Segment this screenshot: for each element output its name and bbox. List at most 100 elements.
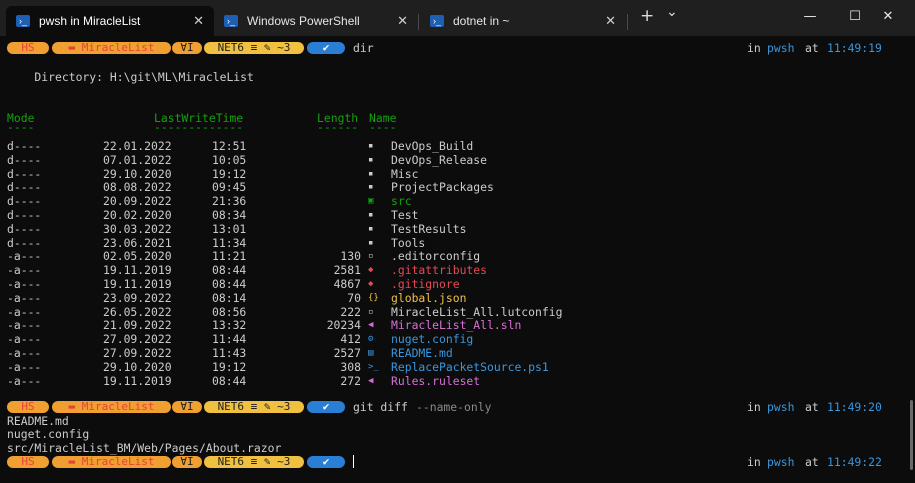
file-type-icon: ▣ bbox=[368, 196, 374, 207]
row-length: 4867 bbox=[333, 277, 361, 291]
prompt-right-shell: pwsh bbox=[767, 41, 795, 55]
row-time: 09:45 bbox=[212, 180, 247, 195]
row-mode: d---- bbox=[7, 194, 42, 209]
row-date: 23.09.2022 bbox=[103, 290, 172, 305]
prompt-command[interactable]: dir bbox=[353, 41, 374, 55]
row-mode: -a--- bbox=[7, 318, 42, 333]
row-date: 20.02.2020 bbox=[103, 208, 172, 222]
row-date: 29.10.2020 bbox=[103, 166, 172, 181]
row-name[interactable]: .editorconfig bbox=[391, 249, 480, 263]
row-time: 11:34 bbox=[212, 235, 247, 250]
row-mode: d---- bbox=[7, 208, 42, 222]
row-name[interactable]: .gitattributes bbox=[391, 263, 487, 277]
tab-title: dotnet in ~ bbox=[453, 14, 510, 28]
prompt-right-at: at bbox=[805, 399, 819, 414]
row-date: 19.11.2019 bbox=[103, 373, 172, 388]
close-button[interactable]: ✕ bbox=[873, 6, 903, 28]
row-date: 30.03.2022 bbox=[103, 221, 172, 236]
row-name[interactable]: MiracleList_All.sln bbox=[391, 318, 521, 332]
row-time: 08:44 bbox=[212, 373, 247, 388]
row-date: 08.08.2022 bbox=[103, 180, 172, 195]
file-type-icon: ▪ bbox=[368, 168, 374, 179]
tab-pwsh[interactable]: ›_ pwsh in MiracleList ✕ bbox=[6, 6, 214, 36]
row-time: 10:05 bbox=[212, 152, 247, 167]
row-length: 20234 bbox=[326, 318, 361, 333]
tab-close-icon[interactable]: ✕ bbox=[397, 13, 408, 29]
text-cursor bbox=[353, 455, 354, 468]
row-name[interactable]: DevOps_Build bbox=[391, 139, 473, 153]
row-name[interactable]: ProjectPackages bbox=[391, 180, 494, 194]
row-length: 272 bbox=[340, 373, 361, 388]
row-time: 11:43 bbox=[212, 346, 247, 360]
row-time: 13:32 bbox=[212, 318, 247, 333]
tab-dotnet[interactable]: ›_ dotnet in ~ ✕ bbox=[420, 6, 626, 36]
prompt-branch-segment: NET6 ≡ ✎ ~3 bbox=[204, 456, 304, 468]
tab-dropdown-button[interactable]: ⌄ bbox=[666, 4, 678, 20]
row-name[interactable]: Test bbox=[391, 208, 418, 222]
row-name[interactable]: ReplacePacketSource.ps1 bbox=[391, 360, 549, 374]
terminal-output[interactable]: HS ▬ MiracleList ⱯI NET6 ≡ ✎ ~3 ✔ dir in pwsh at… bbox=[0, 36, 915, 483]
row-mode: d---- bbox=[7, 166, 42, 181]
row-name[interactable]: Tools bbox=[391, 236, 425, 250]
row-length: 2527 bbox=[333, 346, 361, 360]
row-mode: d---- bbox=[7, 235, 42, 250]
row-length: 308 bbox=[340, 359, 361, 374]
file-type-icon: ◆ bbox=[368, 279, 374, 289]
tab-windows-powershell[interactable]: ›_ Windows PowerShell ✕ bbox=[214, 6, 418, 36]
row-time: 12:51 bbox=[212, 139, 247, 153]
prompt-right-shell: pwsh bbox=[767, 455, 795, 469]
row-time: 11:21 bbox=[212, 249, 247, 264]
row-time: 08:44 bbox=[212, 263, 247, 278]
scrollbar[interactable] bbox=[909, 40, 913, 470]
row-name[interactable]: .gitignore bbox=[391, 277, 460, 291]
diff-output-line[interactable]: README.md bbox=[7, 414, 69, 428]
row-name[interactable]: README.md bbox=[391, 346, 453, 360]
title-bar: ›_ pwsh in MiracleList ✕ ›_ Windows Powe… bbox=[0, 0, 915, 36]
prompt-command[interactable]: git diff bbox=[353, 400, 408, 414]
row-name[interactable]: Rules.ruleset bbox=[391, 374, 480, 388]
tab-divider bbox=[627, 14, 628, 30]
row-date: 21.09.2022 bbox=[103, 318, 172, 333]
file-type-icon: ⚙ bbox=[368, 334, 374, 345]
new-tab-button[interactable]: + bbox=[640, 6, 654, 26]
directory-line: Directory: H:\git\ML\MiracleList bbox=[7, 69, 254, 84]
diff-output-line[interactable]: nuget.config bbox=[7, 427, 89, 441]
prompt-status-segment: ✔ bbox=[307, 400, 345, 413]
row-mode: -a--- bbox=[7, 346, 42, 360]
row-name[interactable]: DevOps_Release bbox=[391, 153, 487, 167]
prompt-timestamp: 11:49:19 bbox=[827, 41, 882, 55]
file-type-icon: ▪ bbox=[368, 182, 374, 193]
row-name[interactable]: Misc bbox=[391, 167, 418, 181]
row-name[interactable]: src bbox=[391, 194, 412, 208]
scrollbar-thumb[interactable] bbox=[910, 400, 913, 470]
row-mode: -a--- bbox=[7, 249, 42, 264]
row-mode: -a--- bbox=[7, 304, 42, 319]
prompt-status-segment: ✔ bbox=[307, 456, 345, 468]
row-mode: d---- bbox=[7, 139, 42, 153]
header-name-underline: ---- bbox=[369, 120, 397, 135]
row-length: 412 bbox=[340, 332, 361, 347]
row-name[interactable]: global.json bbox=[391, 291, 466, 305]
powershell-icon: ›_ bbox=[430, 15, 444, 27]
prompt-timestamp: 11:49:20 bbox=[827, 399, 882, 414]
row-mode: d---- bbox=[7, 180, 42, 195]
row-mode: -a--- bbox=[7, 277, 42, 291]
file-type-icon: {} bbox=[368, 292, 379, 303]
tab-title: Windows PowerShell bbox=[247, 14, 360, 28]
prompt-folder-segment: ▬ MiracleList bbox=[52, 400, 171, 413]
row-name[interactable]: nuget.config bbox=[391, 332, 473, 346]
row-time: 21:36 bbox=[212, 194, 247, 209]
row-date: 07.01.2022 bbox=[103, 152, 172, 167]
prompt-user-segment: HS bbox=[7, 42, 49, 54]
file-type-icon: ▪ bbox=[368, 154, 374, 165]
row-name[interactable]: MiracleList_All.lutconfig bbox=[391, 305, 562, 319]
diff-output-line[interactable]: src/MiracleList_BM/Web/Pages/About.razor bbox=[7, 441, 281, 455]
tab-close-icon[interactable]: ✕ bbox=[605, 13, 616, 29]
row-mode: d---- bbox=[7, 221, 42, 236]
tab-title: pwsh in MiracleList bbox=[39, 14, 141, 28]
row-name[interactable]: TestResults bbox=[391, 222, 466, 236]
tab-close-icon[interactable]: ✕ bbox=[193, 13, 204, 29]
file-type-icon: ▤ bbox=[368, 348, 374, 358]
minimize-button[interactable]: — bbox=[795, 6, 825, 28]
maximize-button[interactable]: ☐ bbox=[840, 6, 870, 28]
